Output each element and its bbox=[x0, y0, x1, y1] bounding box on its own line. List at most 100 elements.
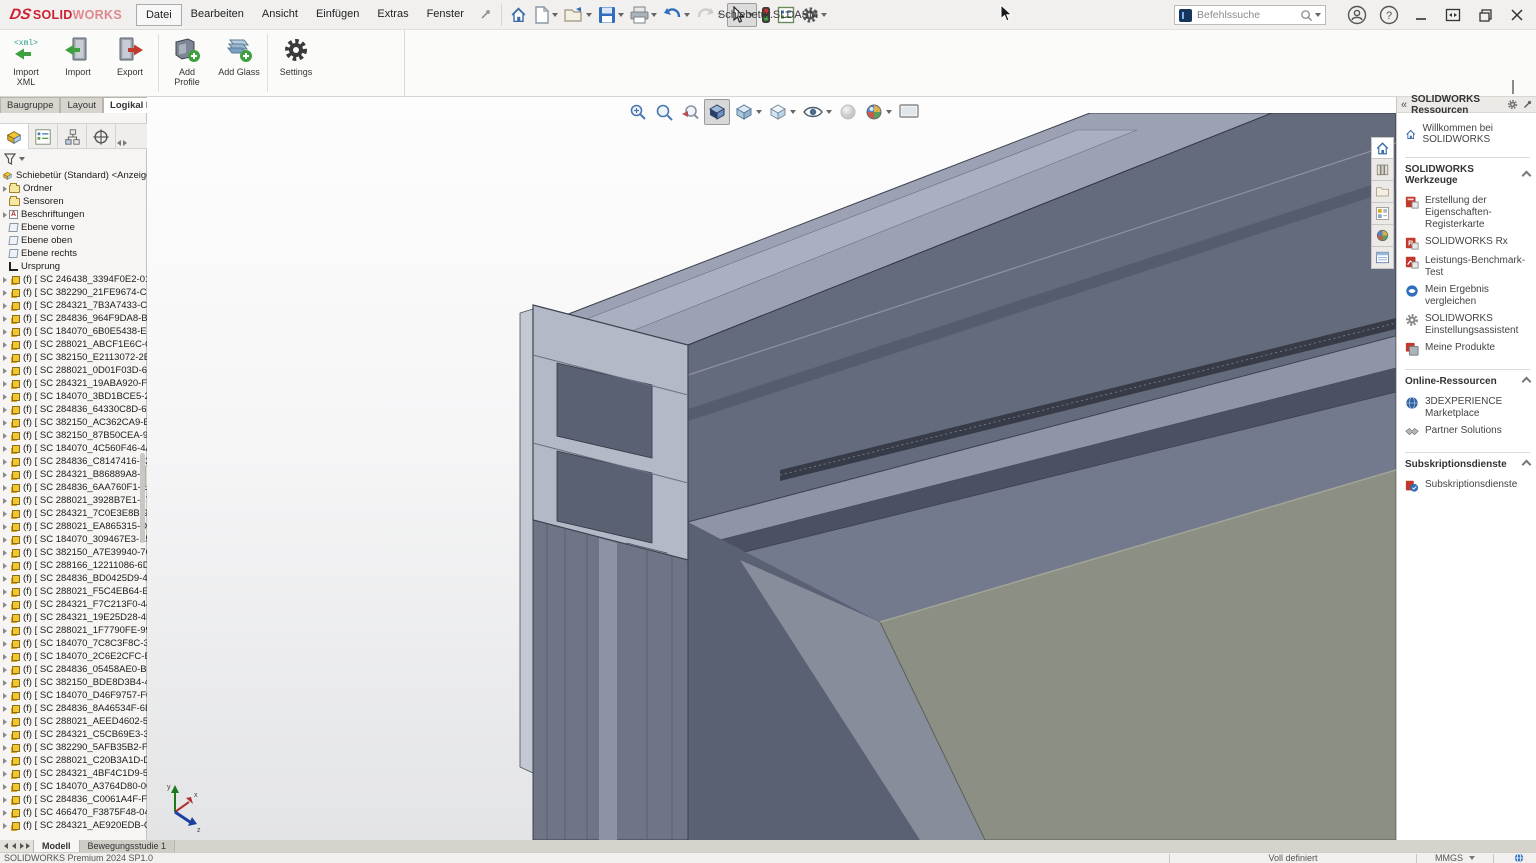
tree-component-row[interactable]: (f) [ SC 382150_A7E39940-7C2A- bbox=[0, 546, 147, 559]
tree-component-row[interactable]: (f) [ SC 184070_2C6E2CFC-E901 bbox=[0, 650, 147, 663]
expand-arrow-icon[interactable] bbox=[3, 680, 7, 686]
save-dropdown[interactable] bbox=[618, 13, 624, 17]
expand-arrow-icon[interactable] bbox=[3, 459, 7, 465]
undo-dropdown[interactable] bbox=[684, 13, 690, 17]
expand-arrow-icon[interactable] bbox=[3, 524, 7, 530]
section-subscription-header[interactable]: Subskriptionsdienste bbox=[1405, 452, 1530, 474]
tree-component-row[interactable]: (f) [ SC 284836_6AA760F1-E319- bbox=[0, 481, 147, 494]
section-werkzeuge-header[interactable]: SOLIDWORKS Werkzeuge bbox=[1405, 157, 1530, 190]
status-web-icon[interactable] bbox=[1502, 853, 1536, 863]
tab-bewegungsstudie[interactable]: Bewegungsstudie 1 bbox=[80, 840, 176, 852]
display-style-button[interactable] bbox=[766, 100, 798, 124]
menu-extras[interactable]: Extras bbox=[368, 4, 417, 26]
select-tool-button[interactable] bbox=[727, 3, 757, 27]
import-button[interactable]: Import bbox=[52, 30, 104, 96]
menu-bearbeiten[interactable]: Bearbeiten bbox=[182, 4, 253, 26]
featuremanager-tree-tab[interactable] bbox=[0, 124, 29, 149]
link-my-products[interactable]: Meine Produkte bbox=[1405, 342, 1530, 356]
expand-arrow-icon[interactable] bbox=[3, 472, 7, 478]
view-settings-button[interactable] bbox=[896, 101, 922, 123]
new-document-dropdown[interactable] bbox=[552, 13, 558, 17]
apply-scene-button[interactable] bbox=[862, 100, 894, 124]
expand-arrow-icon[interactable] bbox=[3, 771, 7, 777]
tree-component-row[interactable]: (f) [ SC 284321_4BF4C1D9-5EA9 bbox=[0, 767, 147, 780]
tree-component-row[interactable]: (f) [ SC 284321_B86889A8-F467- bbox=[0, 468, 147, 481]
expand-arrow-icon[interactable] bbox=[3, 745, 7, 751]
tree-component-row[interactable]: (f) [ SC 288021_3928B7E1-47F2- bbox=[0, 494, 147, 507]
tree-component-row[interactable]: (f) [ SC 284836_964F9DA8-BAFE bbox=[0, 312, 147, 325]
tree-item-ebene-vorne[interactable]: Ebene vorne bbox=[0, 221, 147, 234]
tree-component-row[interactable]: (f) [ SC 284836_BD0425D9-4423- bbox=[0, 572, 147, 585]
tree-item-ordner[interactable]: Ordner bbox=[0, 182, 147, 195]
file-explorer-tab[interactable] bbox=[1371, 181, 1394, 203]
expand-arrow-icon[interactable] bbox=[3, 589, 7, 595]
expand-arrow-icon[interactable] bbox=[3, 550, 7, 556]
link-compare-results[interactable]: Mein Ergebnis vergleichen bbox=[1405, 284, 1530, 308]
expand-arrow-icon[interactable] bbox=[3, 394, 7, 400]
design-checker-button[interactable] bbox=[759, 4, 773, 26]
edit-appearance-button[interactable] bbox=[836, 100, 860, 124]
expand-arrow-icon[interactable] bbox=[3, 407, 7, 413]
tree-component-row[interactable]: (f) [ SC 288021_AEED4602-5E00- bbox=[0, 715, 147, 728]
undo-button[interactable] bbox=[661, 4, 692, 25]
menu-pin-icon[interactable] bbox=[479, 9, 491, 21]
save-button[interactable] bbox=[596, 4, 626, 26]
expand-arrow-icon[interactable] bbox=[3, 706, 7, 712]
expand-arrow-icon[interactable] bbox=[3, 537, 7, 543]
solidworks-resources-tab[interactable] bbox=[1371, 137, 1394, 159]
units-selector[interactable]: MMGS bbox=[1425, 853, 1485, 863]
tree-component-row[interactable]: (f) [ SC 288021_EA865315-DA4D bbox=[0, 520, 147, 533]
fm-tab-scroll[interactable] bbox=[116, 124, 128, 148]
login-button[interactable] bbox=[1344, 2, 1370, 28]
expand-arrow-icon[interactable] bbox=[3, 628, 7, 634]
expand-arrow-icon[interactable] bbox=[3, 576, 7, 582]
expand-arrow-icon[interactable] bbox=[3, 823, 7, 829]
restore-button[interactable] bbox=[1472, 2, 1498, 28]
search-dropdown[interactable] bbox=[1315, 13, 1321, 17]
tree-component-row[interactable]: (f) [ SC 184070_309467E3-E5F8- bbox=[0, 533, 147, 546]
custom-properties-tab[interactable] bbox=[1371, 247, 1394, 269]
link-partner-solutions[interactable]: Partner Solutions bbox=[1405, 425, 1530, 439]
appearances-scenes-tab[interactable] bbox=[1371, 225, 1394, 247]
tree-component-row[interactable]: (f) [ SC 284321_AE920EDB-C149 bbox=[0, 819, 147, 832]
menu-datei[interactable]: Datei bbox=[136, 4, 182, 26]
hide-show-items-button[interactable] bbox=[800, 100, 834, 124]
expand-arrow-icon[interactable] bbox=[3, 667, 7, 673]
graphics-viewport[interactable]: y x z bbox=[147, 97, 1396, 840]
tree-component-row[interactable]: (f) [ SC 288166_12211086-6DE2- bbox=[0, 559, 147, 572]
open-dropdown[interactable] bbox=[586, 13, 592, 17]
expand-arrow-icon[interactable] bbox=[3, 784, 7, 790]
tab-baugruppe[interactable]: Baugruppe bbox=[0, 97, 60, 113]
tree-component-row[interactable]: (f) [ SC 284321_19E25D28-4E38- bbox=[0, 611, 147, 624]
pane-pin-icon[interactable] bbox=[1522, 100, 1532, 110]
tab-scroll-buttons[interactable] bbox=[0, 840, 34, 852]
redo-dropdown[interactable] bbox=[717, 13, 723, 17]
welcome-link[interactable]: Willkommen bei SOLIDWORKS bbox=[1405, 123, 1530, 145]
expand-arrow-icon[interactable] bbox=[3, 329, 7, 335]
tree-component-row[interactable]: (f) [ SC 284321_7C0E3E8B-9F41- bbox=[0, 507, 147, 520]
expand-arrow-icon[interactable] bbox=[3, 316, 7, 322]
new-document-button[interactable] bbox=[532, 4, 560, 26]
tree-filter[interactable] bbox=[0, 150, 147, 167]
tree-item-ursprung[interactable]: Ursprung bbox=[0, 260, 147, 273]
tree-component-row[interactable]: (f) [ SC 382150_E2113072-2B9B- bbox=[0, 351, 147, 364]
options-dropdown[interactable] bbox=[821, 13, 827, 17]
redo-button[interactable] bbox=[694, 4, 725, 25]
tree-component-row[interactable]: (f) [ SC 284836_C0061A4F-FEB6- bbox=[0, 793, 147, 806]
tree-component-row[interactable]: (f) [ SC 382150_BDE8D3B4-4F4D bbox=[0, 676, 147, 689]
configuration-manager-tab[interactable] bbox=[58, 124, 87, 149]
tree-component-row[interactable]: (f) [ SC 284836_C8147416-630E- bbox=[0, 455, 147, 468]
3d-model[interactable]: y x z bbox=[147, 113, 1396, 840]
tree-item-ebene-oben[interactable]: Ebene oben bbox=[0, 234, 147, 247]
expand-arrow-icon[interactable] bbox=[3, 303, 7, 309]
tree-component-row[interactable]: (f) [ SC 284321_19ABA920-F0E3- bbox=[0, 377, 147, 390]
expand-arrow-icon[interactable] bbox=[3, 654, 7, 660]
add-glass-button[interactable]: Add Glass bbox=[213, 30, 265, 96]
tree-component-row[interactable]: (f) [ SC 184070_3BD1BCE5-28A2 bbox=[0, 390, 147, 403]
close-button[interactable] bbox=[1504, 2, 1530, 28]
zoom-to-fit-button[interactable] bbox=[626, 100, 650, 124]
section-online-header[interactable]: Online-Ressourcen bbox=[1405, 369, 1530, 391]
tree-component-row[interactable]: (f) [ SC 466470_F3875F48-04D3- bbox=[0, 806, 147, 819]
tree-component-row[interactable]: (f) [ SC 288021_0D01F03D-6DC3 bbox=[0, 364, 147, 377]
tree-component-row[interactable]: (f) [ SC 284836_8A46534F-6E24- bbox=[0, 702, 147, 715]
